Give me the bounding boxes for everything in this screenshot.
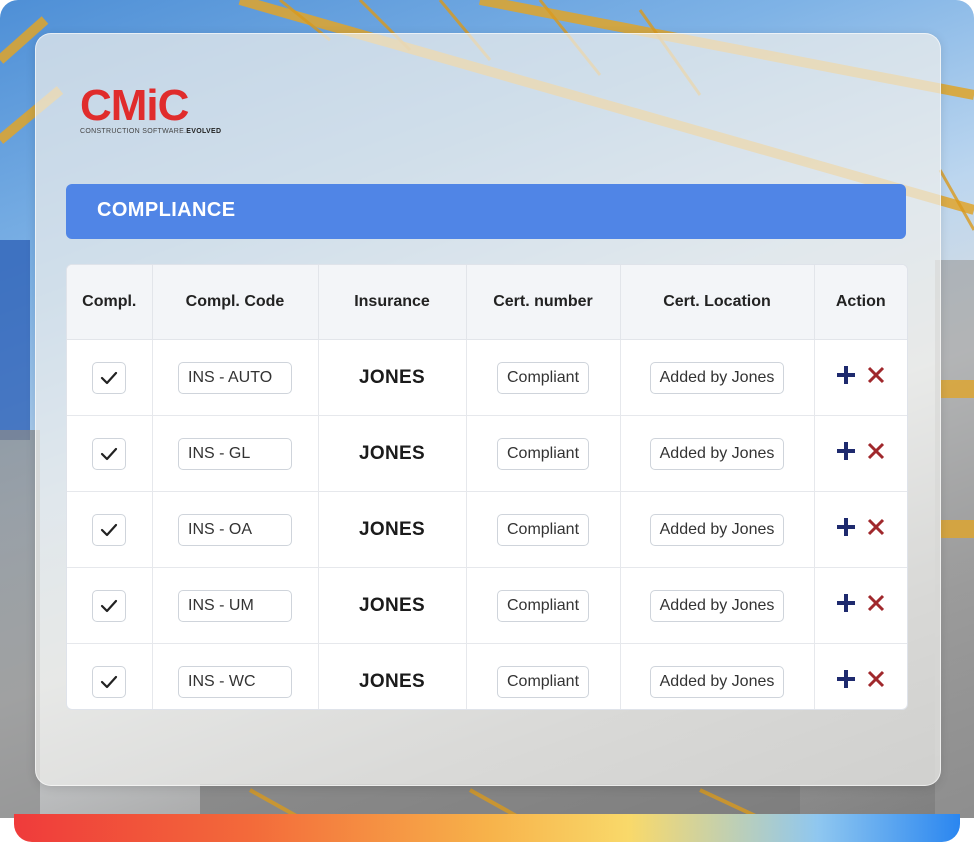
close-icon — [867, 366, 884, 384]
section-header: COMPLIANCE — [66, 184, 906, 239]
close-icon — [867, 670, 884, 688]
insurance-name: JONES — [359, 670, 425, 692]
compliance-checkbox[interactable] — [92, 437, 127, 470]
compl-code-field[interactable]: INS - OA — [178, 513, 292, 546]
remove-button[interactable] — [866, 441, 886, 461]
cert-location-field[interactable]: Added by Jones — [649, 513, 785, 546]
check-icon — [101, 523, 118, 536]
cert-number-field[interactable]: Compliant — [496, 361, 590, 394]
table-row: INS - AUTO JONES Compliant Added by Jone… — [67, 339, 907, 416]
remove-button[interactable] — [866, 593, 886, 613]
remove-button[interactable] — [866, 365, 886, 385]
close-icon — [867, 518, 884, 536]
plus-icon — [836, 366, 855, 384]
plus-icon — [836, 670, 855, 688]
plus-icon — [836, 518, 855, 536]
compl-code-field[interactable]: INS - WC — [178, 665, 292, 698]
table-row: INS - UM JONES Compliant Added by Jones — [67, 567, 907, 644]
check-icon — [101, 447, 118, 460]
col-cert-location: Cert. Location — [620, 265, 815, 340]
cert-number-field[interactable]: Compliant — [496, 665, 590, 698]
cert-location-field[interactable]: Added by Jones — [649, 361, 785, 394]
col-compl-code: Compl. Code — [152, 265, 319, 340]
row-actions — [836, 365, 886, 385]
cmic-logo: CMiC CONSTRUCTION SOFTWARE.EVOLVED — [80, 81, 222, 139]
add-button[interactable] — [836, 441, 856, 461]
remove-button[interactable] — [866, 517, 886, 537]
table-row: INS - WC JONES Compliant Added by Jones — [67, 643, 907, 709]
compliance-checkbox[interactable] — [92, 589, 127, 622]
close-icon — [867, 442, 884, 460]
remove-button[interactable] — [866, 669, 886, 689]
section-title: COMPLIANCE — [97, 199, 236, 221]
plus-icon — [836, 594, 855, 612]
add-button[interactable] — [836, 365, 856, 385]
compl-code-field[interactable]: INS - UM — [178, 589, 292, 622]
compl-code-field[interactable]: INS - GL — [178, 437, 292, 470]
add-button[interactable] — [836, 517, 856, 537]
check-icon — [101, 371, 118, 384]
row-actions — [836, 669, 886, 689]
table-row: INS - GL JONES Compliant Added by Jones — [67, 415, 907, 492]
cert-location-field[interactable]: Added by Jones — [649, 665, 785, 698]
compliance-checkbox[interactable] — [92, 361, 127, 394]
gradient-footer-bar — [14, 814, 960, 842]
col-cert-number: Cert. number — [466, 265, 621, 340]
cert-location-field[interactable]: Added by Jones — [649, 589, 785, 622]
col-action: Action — [814, 265, 907, 340]
compl-code-field[interactable]: INS - AUTO — [178, 361, 292, 394]
check-icon — [101, 599, 118, 612]
cert-number-field[interactable]: Compliant — [496, 513, 590, 546]
compliance-checkbox[interactable] — [92, 665, 127, 698]
cert-number-field[interactable]: Compliant — [496, 589, 590, 622]
row-actions — [836, 441, 886, 461]
compliance-checkbox[interactable] — [92, 513, 127, 546]
logo-tagline: CONSTRUCTION SOFTWARE.EVOLVED — [80, 128, 222, 135]
insurance-name: JONES — [359, 442, 425, 464]
col-insurance: Insurance — [318, 265, 467, 340]
add-button[interactable] — [836, 593, 856, 613]
cert-number-field[interactable]: Compliant — [496, 437, 590, 470]
row-actions — [836, 517, 886, 537]
logo-wordmark: CMiC — [80, 81, 189, 130]
insurance-name: JONES — [359, 366, 425, 388]
table-header-row: Compl. Compl. Code Insurance Cert. numbe… — [67, 265, 907, 340]
add-button[interactable] — [836, 669, 856, 689]
compliance-table: Compl. Compl. Code Insurance Cert. numbe… — [66, 264, 908, 710]
table-row: INS - OA JONES Compliant Added by Jones — [67, 491, 907, 568]
insurance-name: JONES — [359, 594, 425, 616]
cert-location-field[interactable]: Added by Jones — [649, 437, 785, 470]
plus-icon — [836, 442, 855, 460]
check-icon — [101, 675, 118, 688]
row-actions — [836, 593, 886, 613]
insurance-name: JONES — [359, 518, 425, 540]
close-icon — [867, 594, 884, 612]
col-compl: Compl. — [67, 265, 153, 340]
